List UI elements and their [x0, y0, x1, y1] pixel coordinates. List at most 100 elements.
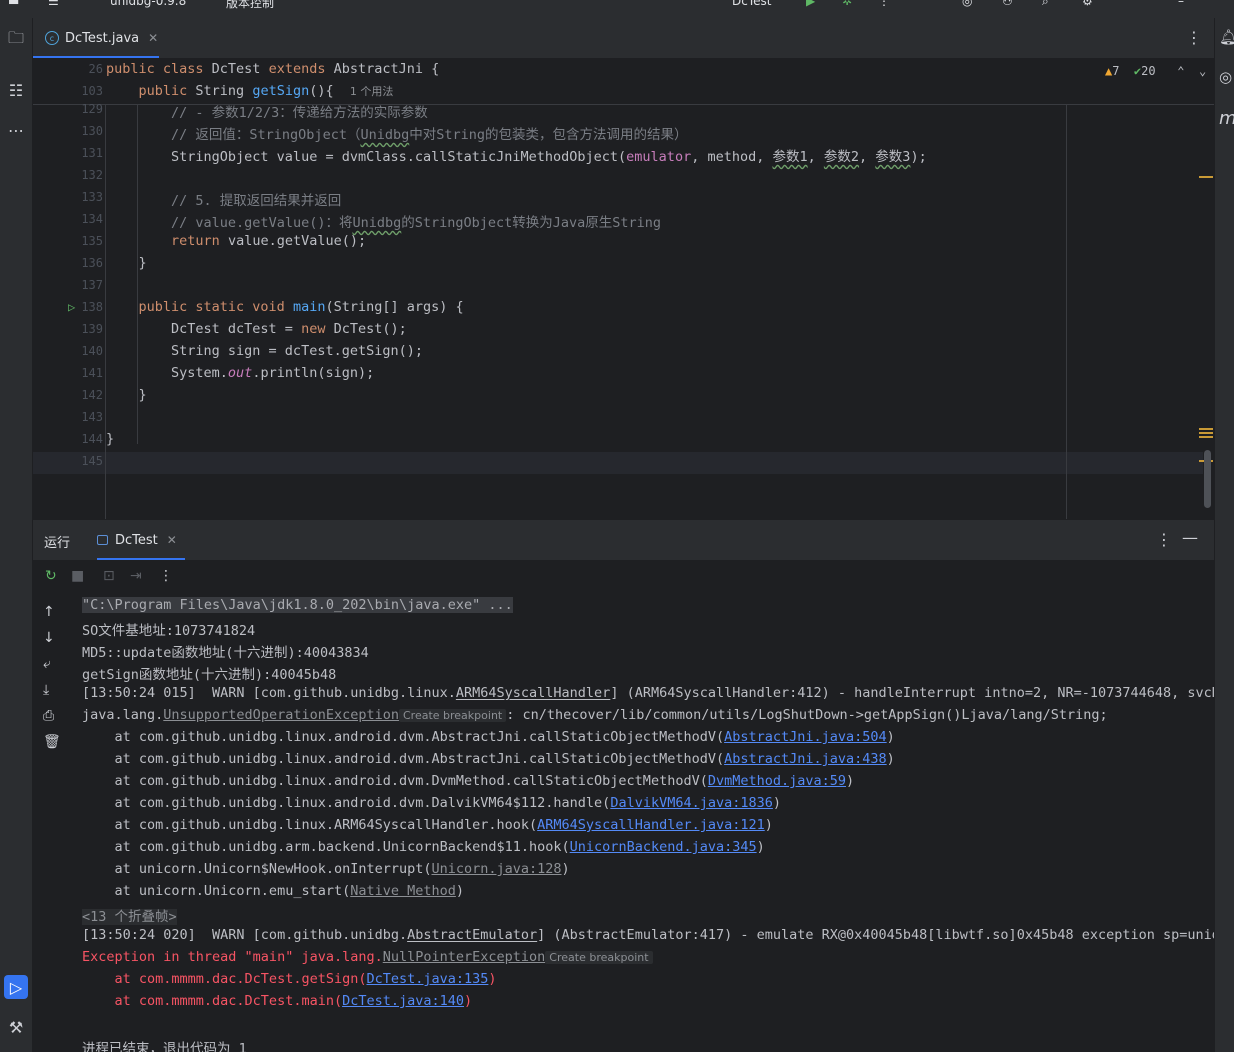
rerun-icon[interactable]: ↻: [45, 568, 57, 584]
editor-scrollbar[interactable]: [1204, 450, 1211, 508]
more-tools-icon[interactable]: ⋯: [4, 118, 28, 142]
scroll-marker[interactable]: [1199, 432, 1213, 434]
line-number: 103: [81, 84, 103, 98]
code-editor[interactable]: 26 public class DcTest extends AbstractJn…: [33, 58, 1214, 519]
debug-icon[interactable]: ✲: [842, 0, 852, 8]
console-line: "C:\Program Files\Java\jdk1.8.0_202\bin\…: [82, 597, 513, 613]
scroll-to-end-icon[interactable]: ⤓: [43, 682, 49, 698]
console-token: ): [846, 773, 855, 789]
code-token: public: [138, 83, 196, 99]
soft-wrap-icon[interactable]: ⤶: [43, 656, 51, 672]
run-config-select[interactable]: DcTest: [732, 0, 771, 8]
more-actions-icon[interactable]: ⋮: [159, 568, 173, 584]
right-tool-strip: 🔔︎ ◎ m: [1214, 18, 1234, 1052]
code-token: Unidbg: [352, 215, 402, 231]
console-token: ): [488, 971, 497, 987]
tab-options-icon[interactable]: ⋮: [1186, 28, 1202, 47]
structure-icon[interactable]: ☷: [4, 78, 28, 102]
line-number: 142: [81, 388, 103, 402]
code-token: value.getValue();: [227, 233, 367, 249]
scroll-marker[interactable]: [1199, 176, 1213, 178]
code-token: new: [301, 321, 334, 337]
sticky-scroll-header[interactable]: 26 public class DcTest extends AbstractJn…: [33, 58, 1214, 105]
minimize-icon[interactable]: –: [1178, 0, 1184, 8]
console-token[interactable]: DcTest.java:140: [342, 993, 464, 1009]
code-token: main: [292, 299, 326, 315]
chevron-up-icon[interactable]: ⌃: [1177, 64, 1184, 78]
console-token[interactable]: AbstractJni.java:438: [724, 751, 887, 767]
inspection-widget[interactable]: ▲7 ✔20 ⌃ ⌄: [1105, 64, 1206, 78]
console-token[interactable]: UnsupportedOperationException: [163, 707, 399, 723]
console-line: Exception in thread "main" java.lang.Nul…: [82, 949, 653, 965]
console-token[interactable]: DalvikVM64.java:1836: [610, 795, 773, 811]
code-token: }: [106, 431, 115, 447]
create-breakpoint-button[interactable]: Create breakpoint: [398, 709, 507, 722]
stop-icon[interactable]: ■: [71, 568, 84, 584]
console-token[interactable]: NullPointerException: [383, 949, 546, 965]
console-line: at unicorn.Unicorn$NewHook.onInterrupt(U…: [82, 861, 570, 877]
code-line: // value.getValue()：将Unidbg的StringObject…: [106, 211, 661, 231]
print-icon[interactable]: ⎙: [43, 708, 54, 724]
console-token[interactable]: AbstractJni.java:504: [724, 729, 887, 745]
run-tool-icon[interactable]: ▷: [4, 975, 28, 999]
code-line: // 5. 提取返回结果并返回: [106, 189, 341, 209]
add-user-icon[interactable]: ⚇: [1002, 0, 1013, 8]
trash-icon[interactable]: 🗑︎: [43, 734, 61, 750]
close-icon[interactable]: ✕: [148, 31, 158, 45]
console-token: ] (AbstractEmulator:417) - emulate RX@0x…: [537, 927, 1214, 943]
console-token[interactable]: ARM64SyscallHandler.java:121: [537, 817, 765, 833]
console-token: java.lang.: [82, 707, 164, 723]
ai-assistant-icon[interactable]: ◎: [962, 0, 972, 8]
tab-run-dctest[interactable]: DcTest ✕: [97, 520, 185, 560]
run-gutter-icon[interactable]: ▷: [68, 300, 75, 314]
run-options-icon[interactable]: ⋮: [1156, 530, 1172, 549]
restore-layout-icon[interactable]: ⇥: [130, 568, 142, 584]
console-output[interactable]: "C:\Program Files\Java\jdk1.8.0_202\bin\…: [73, 594, 1214, 1052]
arrow-up-icon[interactable]: ↑: [43, 604, 55, 620]
settings-gear-icon[interactable]: ⚙: [1082, 0, 1093, 8]
console-token: at unicorn.Unicorn.emu_start(: [82, 883, 351, 899]
search-icon[interactable]: ⌕: [1042, 0, 1049, 9]
vcs-menu[interactable]: 版本控制: [226, 0, 274, 11]
arrow-down-icon[interactable]: ↓: [43, 630, 55, 646]
console-token[interactable]: ARM64SyscallHandler: [456, 685, 610, 701]
chevron-down-icon[interactable]: ⌄: [1199, 64, 1206, 78]
main-menu-icon[interactable]: ▬: [8, 0, 19, 8]
console-token[interactable]: DcTest.java:135: [366, 971, 488, 987]
console-line: at com.mmmm.dac.DcTest.getSign(DcTest.ja…: [82, 971, 497, 987]
console-token[interactable]: AbstractEmulator: [407, 927, 537, 943]
screenshot-camera-icon[interactable]: ⊡: [103, 568, 115, 584]
usage-hint: 1 个用法: [349, 85, 394, 98]
code-token: (){: [309, 83, 334, 99]
folded-frames-toggle[interactable]: <13 个折叠帧>: [82, 909, 177, 925]
close-icon[interactable]: ✕: [167, 533, 177, 547]
left-tool-strip: 🗀 ☷ ⋯ ▷ ⚒: [0, 18, 33, 1052]
notifications-bell-icon[interactable]: 🔔︎: [1219, 28, 1234, 46]
console-token[interactable]: Native Method: [350, 883, 456, 899]
maven-icon[interactable]: m: [1219, 108, 1234, 129]
code-token: public class: [106, 61, 212, 77]
minimize-panel-icon[interactable]: —: [1182, 528, 1198, 547]
project-folder-icon[interactable]: 🗀: [4, 28, 28, 52]
scroll-marker[interactable]: [1199, 428, 1213, 430]
line-number: 129: [81, 102, 103, 116]
ai-chat-icon[interactable]: ◎: [1219, 68, 1232, 86]
console-token[interactable]: UnicornBackend.java:345: [570, 839, 757, 855]
more-icon[interactable]: ⋮: [878, 0, 890, 8]
code-token: }: [106, 387, 147, 403]
console-token[interactable]: Unicorn.java:128: [432, 861, 562, 877]
run-icon[interactable]: ▶: [806, 0, 815, 8]
hamburger-menu-icon[interactable]: ☰: [48, 0, 59, 8]
code-token: String: [195, 83, 253, 99]
console-token[interactable]: DvmMethod.java:59: [708, 773, 846, 789]
scroll-marker[interactable]: [1199, 436, 1213, 438]
build-hammer-icon[interactable]: ⚒: [4, 1015, 28, 1039]
console-token: at com.github.unidbg.linux.android.dvm.A…: [82, 729, 725, 745]
line-number: 131: [81, 146, 103, 160]
run-panel-title: 运行: [44, 536, 71, 551]
project-name[interactable]: unidbg-0.9.8: [110, 0, 186, 8]
create-breakpoint-button[interactable]: Create breakpoint: [545, 951, 653, 964]
tab-dctest-java[interactable]: c DcTest.java ✕: [33, 18, 159, 58]
